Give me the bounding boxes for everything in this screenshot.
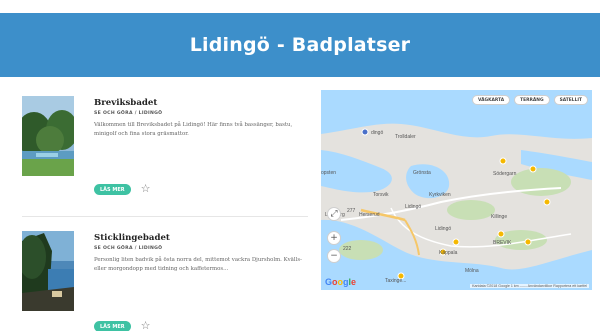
map-view[interactable]: VÄGKARTA TERRÄNG SATELLIT dingö Trolldal… <box>321 90 592 290</box>
map-label: Lidingö <box>435 226 452 232</box>
place-description: Personlig liten badvik på östa norra del… <box>94 257 302 272</box>
map-label: Käppala <box>439 250 458 256</box>
map-label: BREVIK <box>493 240 512 246</box>
map-label: 277 <box>347 208 356 214</box>
map-marker <box>524 238 532 246</box>
place-actions: LÄS MER ☆ <box>94 184 151 195</box>
map-label: Södergarn <box>493 171 517 177</box>
star-outline-icon[interactable]: ☆ <box>141 321 151 331</box>
zoom-out-button[interactable]: − <box>327 249 341 263</box>
expand-icon[interactable]: ⤢ <box>327 207 341 221</box>
place-info: Breviksbadet SE OCH GÖRA / LIDINGÖ Välko… <box>94 98 308 139</box>
map-canvas[interactable] <box>321 90 592 290</box>
place-title[interactable]: Sticklingebadet <box>94 233 308 243</box>
map-label: Herserud <box>359 212 380 218</box>
map-label: 222 <box>343 246 352 252</box>
read-more-button[interactable]: LÄS MER <box>94 184 131 195</box>
map-label: Killinge <box>491 214 508 220</box>
page-title: Lidingö - Badplatser <box>189 34 411 56</box>
google-logo: Google <box>325 277 357 287</box>
map-marker <box>543 198 551 206</box>
place-card-sticklingebadet: Sticklingebadet SE OCH GÖRA / LIDINGÖ Pe… <box>22 216 308 331</box>
map-label: Grönsta <box>413 170 431 176</box>
place-actions: LÄS MER ☆ <box>94 321 151 331</box>
place-thumbnail[interactable] <box>22 96 74 176</box>
read-more-button[interactable]: LÄS MER <box>94 321 131 331</box>
map-label: Lidingö <box>405 204 422 210</box>
star-outline-icon[interactable]: ☆ <box>141 184 151 195</box>
map-label: opsten <box>321 170 337 176</box>
place-breadcrumb: SE OCH GÖRA / LIDINGÖ <box>94 111 163 116</box>
map-label: Trolldaler <box>395 134 416 140</box>
map-marker <box>497 230 505 238</box>
map-type-satellite-button[interactable]: SATELLIT <box>553 95 588 105</box>
map-label: Mölna <box>465 268 479 274</box>
map-marker <box>452 238 460 246</box>
map-marker <box>529 165 537 173</box>
map-marker-current <box>361 128 369 136</box>
map-label: Taxinge... <box>385 278 407 284</box>
place-info: Sticklingebadet SE OCH GÖRA / LIDINGÖ Pe… <box>94 233 308 274</box>
place-description: Välkommen till Breviksbadet på Lidingö! … <box>94 122 293 137</box>
map-label: Kyrkviken <box>429 192 451 198</box>
place-thumbnail[interactable] <box>22 231 74 311</box>
map-type-roadmap-button[interactable]: VÄGKARTA <box>471 95 511 105</box>
map-type-buttons: VÄGKARTA TERRÄNG SATELLIT <box>471 95 588 105</box>
map-marker <box>499 157 507 165</box>
map-attribution[interactable]: Kartdata ©2018 Google 1 km ⎯⎯⎯⎯ Användar… <box>470 284 589 288</box>
place-list: Breviksbadet SE OCH GÖRA / LIDINGÖ Välko… <box>22 92 308 331</box>
zoom-in-button[interactable]: + <box>327 231 341 245</box>
place-title[interactable]: Breviksbadet <box>94 98 308 108</box>
place-breadcrumb: SE OCH GÖRA / LIDINGÖ <box>94 246 163 251</box>
map-label: dingö <box>371 130 384 136</box>
map-label: Torsvik <box>373 192 389 198</box>
page-header: Lidingö - Badplatser <box>0 13 600 77</box>
map-type-terrain-button[interactable]: TERRÄNG <box>514 95 550 105</box>
place-card-breviksbadet: Breviksbadet SE OCH GÖRA / LIDINGÖ Välko… <box>22 92 308 216</box>
